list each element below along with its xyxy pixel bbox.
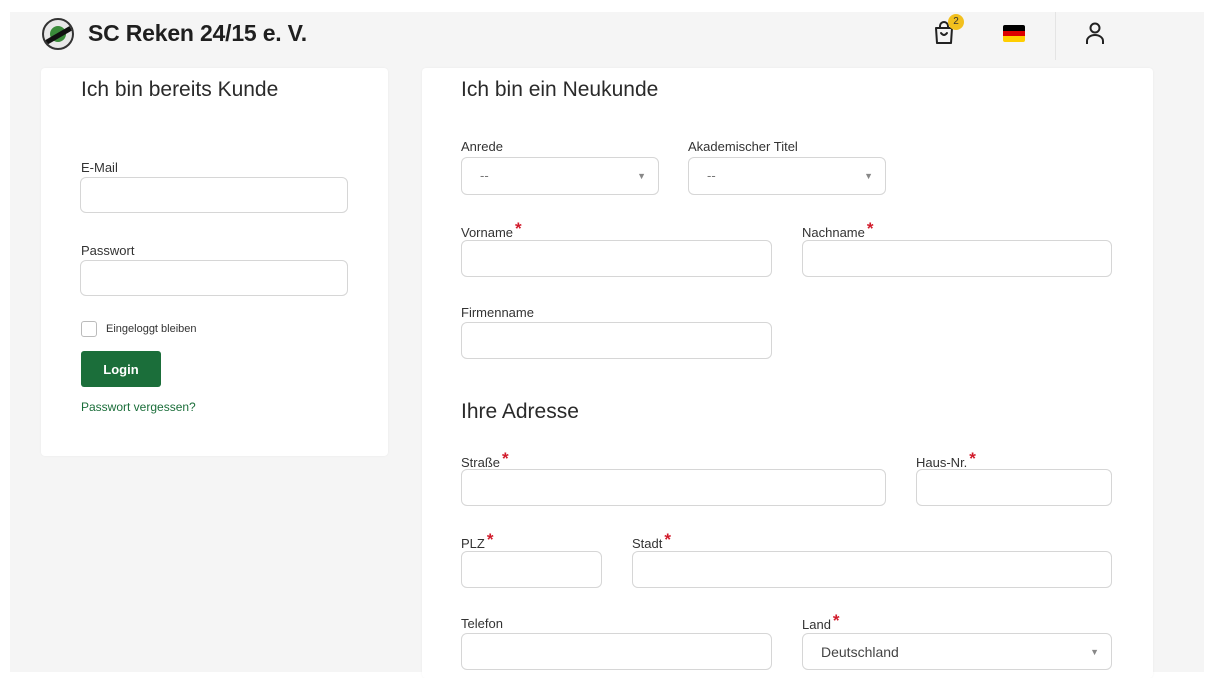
house-number-field[interactable] [916,469,1112,506]
company-label: Firmenname [461,305,534,320]
city-field[interactable] [632,551,1112,588]
salutation-select[interactable]: -- ▼ [461,157,659,195]
club-logo[interactable] [42,18,74,50]
header: SC Reken 24/15 e. V. 2 [10,12,1204,62]
street-field[interactable] [461,469,886,506]
remember-me-label[interactable]: Eingeloggt bleiben [106,323,197,335]
company-field[interactable] [461,322,772,359]
email-field[interactable] [80,177,348,213]
first-name-label-text: Vorname [461,225,514,240]
zip-field[interactable] [461,551,602,588]
zip-label: PLZ * [461,530,494,553]
country-select[interactable]: Deutschland ▼ [802,633,1112,670]
remember-me-checkbox[interactable] [81,321,97,337]
brand-name[interactable]: SC Reken 24/15 e. V. [88,20,307,47]
zip-label-text: PLZ [461,536,485,551]
country-value: Deutschland [821,644,899,660]
country-label-text: Land [802,617,831,632]
academic-title-label: Akademischer Titel [688,139,798,154]
salutation-value: -- [480,168,489,183]
user-icon[interactable] [1083,20,1107,46]
address-title: Ihre Adresse [461,400,579,423]
house-number-label-text: Haus-Nr. [916,455,968,470]
required-marker: * [486,530,494,549]
required-marker: * [832,611,840,630]
chevron-down-icon: ▼ [637,171,646,181]
cart-count-badge: 2 [948,14,964,30]
country-label: Land * [802,611,840,634]
academic-title-value: -- [707,168,716,183]
chevron-down-icon: ▼ [864,171,873,181]
required-marker: * [664,530,671,549]
city-label: Stadt * [632,530,671,553]
login-title: Ich bin bereits Kunde [81,78,279,101]
flag-germany-icon[interactable] [1003,25,1025,42]
required-marker: * [515,219,522,238]
last-name-label: Nachname * [802,219,874,242]
header-divider [1055,12,1056,60]
password-field[interactable] [80,260,348,296]
required-marker: * [969,449,976,468]
phone-field[interactable] [461,633,772,670]
required-marker: * [866,219,874,238]
email-label: E-Mail [81,160,118,175]
chevron-down-icon: ▼ [1090,647,1099,657]
phone-label: Telefon [461,616,503,631]
last-name-label-text: Nachname [802,225,865,240]
city-label-text: Stadt [632,536,663,551]
last-name-field[interactable] [802,240,1112,277]
required-marker: * [502,449,509,468]
street-label-text: Straße [461,455,501,470]
first-name-label: Vorname * [461,219,522,242]
password-label: Passwort [81,243,135,258]
forgot-password-link[interactable]: Passwort vergessen? [81,400,196,414]
login-button[interactable]: Login [81,351,161,387]
salutation-label: Anrede [461,139,503,154]
registration-title: Ich bin ein Neukunde [461,78,659,101]
academic-title-select[interactable]: -- ▼ [688,157,886,195]
first-name-field[interactable] [461,240,772,277]
